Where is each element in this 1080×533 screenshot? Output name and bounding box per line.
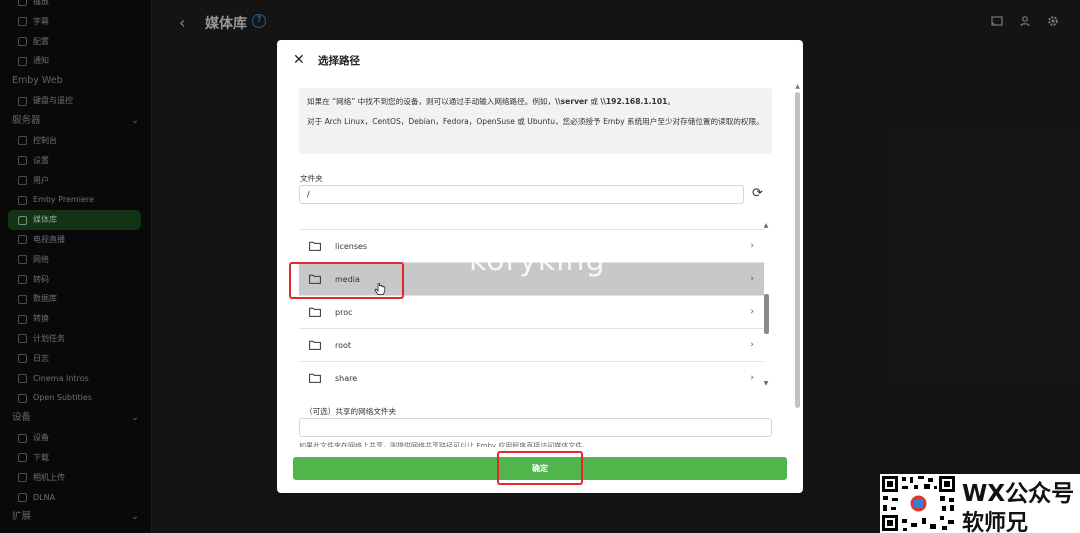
refresh-icon[interactable]: ⟳	[752, 186, 763, 201]
chevron-right-icon[interactable]: ›	[750, 241, 754, 251]
folder-name: licenses	[335, 241, 368, 251]
list-scrollbar-thumb[interactable]	[763, 294, 769, 334]
list-item[interactable]	[299, 220, 764, 230]
folder-name: proc	[335, 307, 353, 317]
info-box: 如果在 “网络” 中找不到您的设备，则可以通过手动输入网络路径。例如，\\ser…	[299, 88, 772, 154]
folder-path-input[interactable]: /	[299, 185, 744, 204]
list-scroll-down-icon[interactable]: ▼	[762, 380, 770, 388]
folder-name: share	[335, 373, 358, 383]
chevron-right-icon[interactable]: ›	[750, 340, 754, 350]
chevron-right-icon[interactable]: ›	[750, 274, 754, 284]
folder-list-scrollbar[interactable]: ▲ ▼	[762, 222, 770, 388]
chevron-right-icon[interactable]: ›	[750, 373, 754, 383]
badge-subtitle: 软师兄	[962, 511, 1029, 533]
list-scroll-up-icon[interactable]: ▲	[762, 222, 770, 230]
info-line-1: 如果在 “网络” 中找不到您的设备，则可以通过手动输入网络路径。例如，\\ser…	[307, 97, 675, 106]
corner-badge: WX公众号 软师兄	[880, 474, 1080, 533]
folder-row[interactable]: root ›	[299, 329, 764, 362]
dialog-scrollbar[interactable]: ▲	[794, 82, 801, 412]
network-share-input[interactable]	[299, 418, 772, 437]
badge-title: WX公众号	[962, 481, 1075, 507]
dialog-title: 选择路径	[318, 55, 360, 67]
share-note: 如果此文件夹在网络上共享，则提供网络共享路径可以让 Emby 应用程序直接访问媒…	[299, 442, 590, 447]
scrollbar-thumb[interactable]	[795, 92, 800, 408]
folder-row[interactable]: proc ›	[299, 296, 764, 329]
scroll-up-icon[interactable]: ▲	[794, 82, 801, 92]
close-icon[interactable]: ✕	[293, 52, 305, 68]
hand-cursor-icon	[374, 282, 386, 301]
highlight-confirm-button	[497, 451, 583, 485]
folder-icon	[309, 241, 321, 251]
watermark-text: koryking	[469, 243, 606, 278]
qr-code-icon	[880, 474, 957, 533]
folder-icon	[309, 307, 321, 317]
folder-label: 文件夹	[300, 174, 323, 183]
highlight-media-row	[289, 262, 404, 299]
folder-name: root	[335, 340, 352, 350]
info-line-2: 对于 Arch Linux，CentOS，Debian，Fedora，OpenS…	[307, 117, 764, 126]
folder-icon	[309, 373, 321, 383]
chevron-right-icon[interactable]: ›	[750, 307, 754, 317]
folder-row[interactable]: share ›	[299, 362, 764, 388]
folder-icon	[309, 340, 321, 350]
share-label: （可选）共享的网络文件夹	[305, 407, 397, 416]
